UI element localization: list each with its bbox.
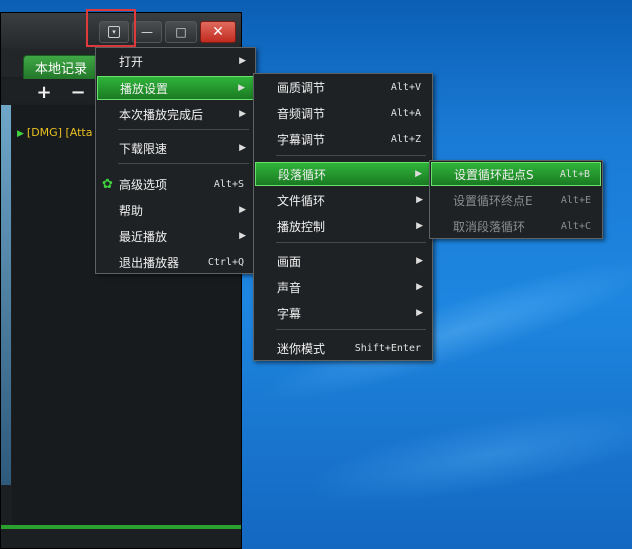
menu-item-audio-adjust[interactable]: 音频调节 Alt+A <box>255 101 431 125</box>
remove-button[interactable]: − <box>67 82 89 103</box>
menu-item-picture-adjust[interactable]: 画质调节 Alt+V <box>255 75 431 99</box>
menu-item-exit[interactable]: 退出播放器 Ctrl+Q <box>97 250 254 274</box>
playback-settings-menu: 画质调节 Alt+V 音频调节 Alt+A 字幕调节 Alt+Z 段落循环 ▶ 文件循环… <box>253 73 433 361</box>
chevron-right-icon: ▶ <box>416 195 423 205</box>
chevron-right-icon: ▶ <box>416 256 423 266</box>
list-item-label: [DMG] [Atta <box>26 126 93 139</box>
menu-item-subtitle[interactable]: 字幕 ▶ <box>255 301 431 325</box>
menu-item-playback-control[interactable]: 播放控制 ▶ <box>255 214 431 238</box>
tab-local-records[interactable]: 本地记录 <box>23 55 99 79</box>
close-button[interactable]: ✕ <box>200 21 236 43</box>
maximize-button[interactable]: □ <box>165 21 197 43</box>
menu-item-subtitle-adjust[interactable]: 字幕调节 Alt+Z <box>255 127 431 151</box>
menu-separator <box>118 129 249 130</box>
menu-separator <box>118 163 249 164</box>
chevron-right-icon: ▶ <box>239 143 246 153</box>
video-preview-edge <box>1 105 11 485</box>
menu-item-open[interactable]: 打开 ▶ <box>97 49 254 73</box>
chevron-right-icon: ▶ <box>416 282 423 292</box>
chevron-right-icon: ▶ <box>415 169 422 179</box>
gear-icon: ✿ <box>102 176 113 192</box>
play-marker-icon: ▶ <box>17 129 24 139</box>
menu-item-picture[interactable]: 画面 ▶ <box>255 249 431 273</box>
highlight-box <box>86 9 136 47</box>
desktop-light-streak <box>296 387 632 523</box>
menu-separator <box>276 155 426 156</box>
menu-item-download-limit[interactable]: 下载限速 ▶ <box>97 136 254 160</box>
chevron-right-icon: ▶ <box>239 231 246 241</box>
menu-item-recent[interactable]: 最近播放 ▶ <box>97 224 254 248</box>
minimize-button[interactable]: — <box>132 21 162 43</box>
chevron-right-icon: ▶ <box>239 109 246 119</box>
menu-item-file-loop[interactable]: 文件循环 ▶ <box>255 188 431 212</box>
main-menu: 打开 ▶ 播放设置 ▶ 本次播放完成后 ▶ 下载限速 ▶ ✿ 高级选项 Alt+S 帮助 ▶… <box>95 47 256 274</box>
menu-separator <box>276 329 426 330</box>
menu-item-help[interactable]: 帮助 ▶ <box>97 198 254 222</box>
chevron-right-icon: ▶ <box>239 205 246 215</box>
segment-loop-menu: 设置循环起点S Alt+B 设置循环终点E Alt+E 取消段落循环 Alt+C <box>429 160 603 239</box>
menu-item-set-loop-start[interactable]: 设置循环起点S Alt+B <box>431 162 601 186</box>
chevron-right-icon: ▶ <box>416 308 423 318</box>
menu-item-advanced-options[interactable]: ✿ 高级选项 Alt+S <box>97 172 254 196</box>
list-item[interactable]: ▶ [DMG] [Atta <box>17 126 92 139</box>
menu-item-cancel-loop: 取消段落循环 Alt+C <box>453 219 591 234</box>
menu-item-after-playback[interactable]: 本次播放完成后 ▶ <box>97 102 254 126</box>
add-button[interactable]: + <box>33 82 55 103</box>
menu-separator <box>276 242 426 243</box>
chevron-right-icon: ▶ <box>239 56 246 66</box>
menu-item-segment-loop[interactable]: 段落循环 ▶ <box>255 162 431 186</box>
menu-item-set-loop-end: 设置循环终点E Alt+E <box>453 193 591 208</box>
menu-item-playback-settings[interactable]: 播放设置 ▶ <box>97 76 254 100</box>
chevron-right-icon: ▶ <box>416 221 423 231</box>
menu-item-sound[interactable]: 声音 ▶ <box>255 275 431 299</box>
menu-item-mini-mode[interactable]: 迷你模式 Shift+Enter <box>255 336 431 360</box>
chevron-right-icon: ▶ <box>238 83 245 93</box>
progress-bar[interactable] <box>1 525 241 529</box>
